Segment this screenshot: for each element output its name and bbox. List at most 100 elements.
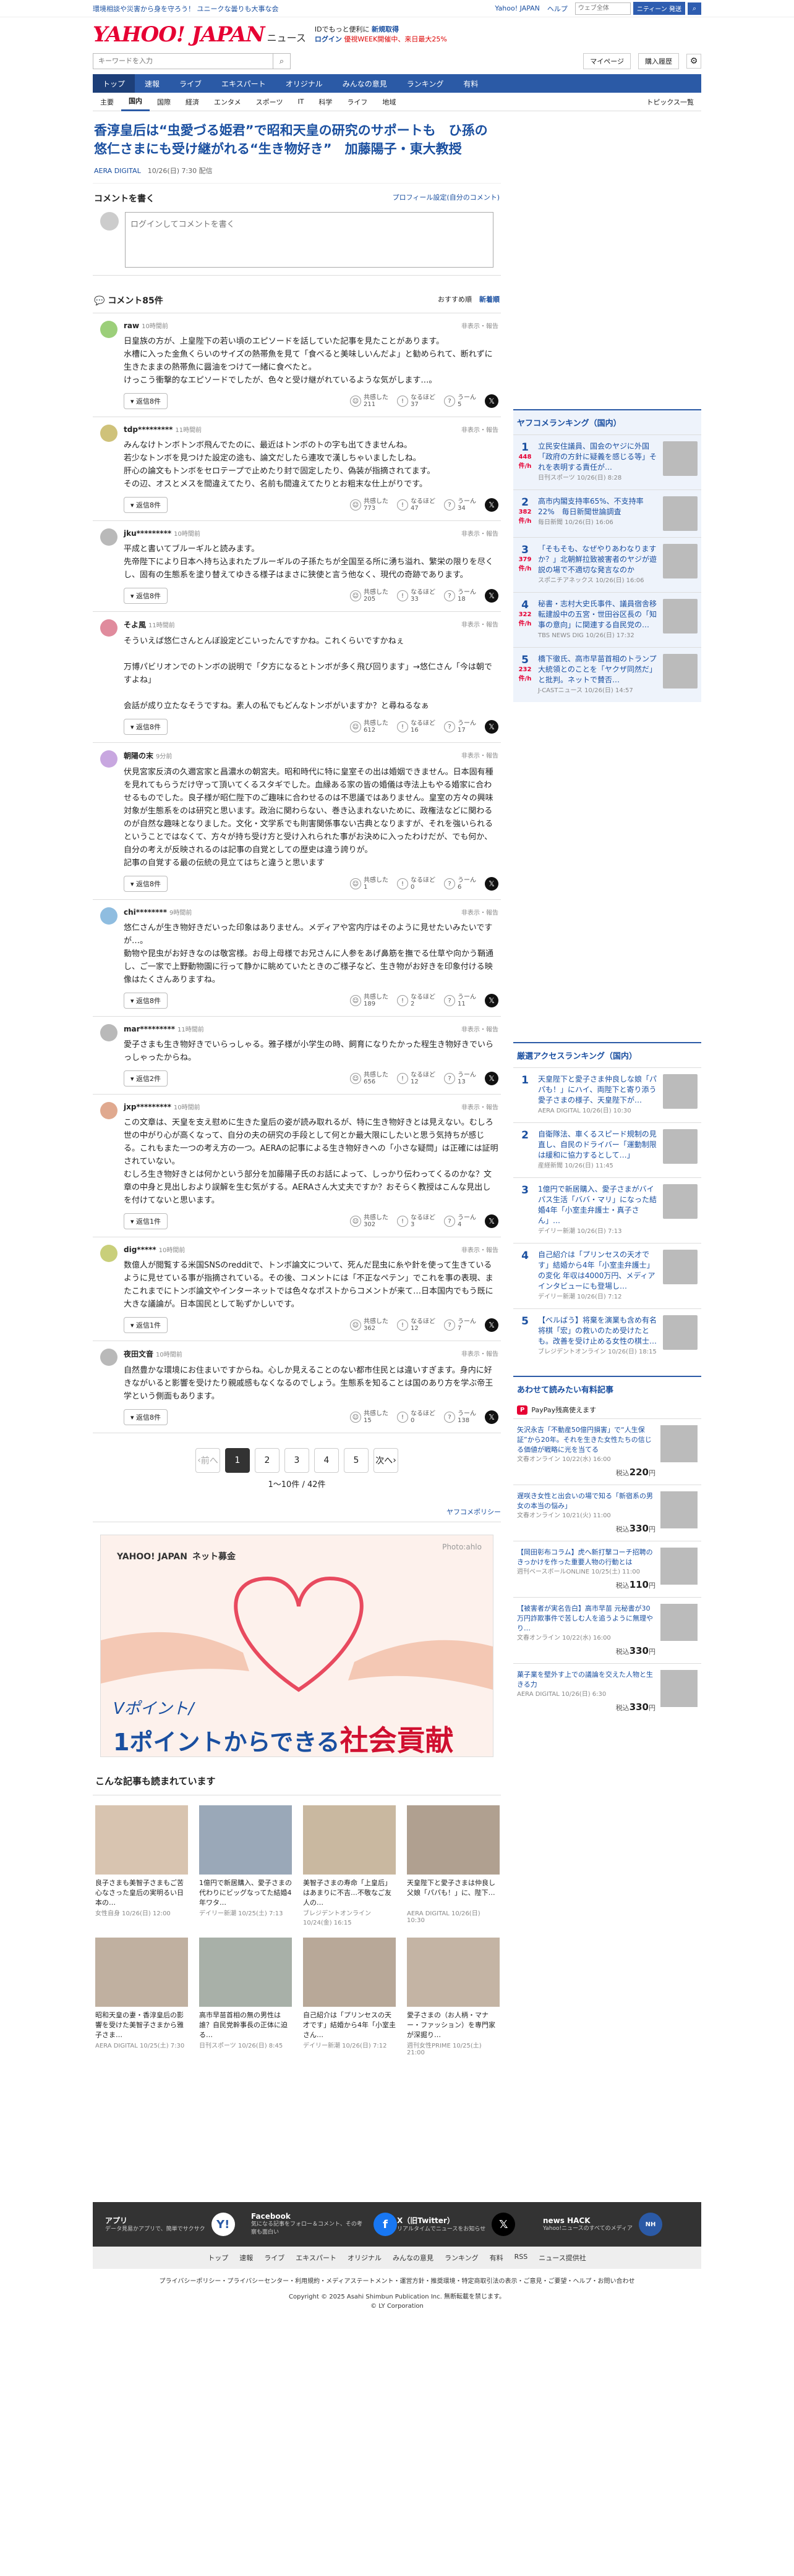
pager-next[interactable]: 次へ › — [374, 1448, 398, 1473]
reaction-empathy[interactable]: ☺ 共感した 656 — [350, 1072, 388, 1085]
nav-breaking[interactable]: 速報 — [135, 74, 169, 93]
comment-user[interactable]: raw — [124, 321, 139, 330]
sort-newest[interactable]: 新着順 — [479, 294, 500, 307]
x-share-icon[interactable]: 𝕏 — [485, 394, 498, 408]
reply-button[interactable]: ▾ 返信8件 — [124, 393, 168, 409]
reply-button[interactable]: ▾ 返信1件 — [124, 1213, 168, 1229]
x-share-icon[interactable]: 𝕏 — [485, 1318, 498, 1332]
reaction-insight[interactable]: ! なるほど 12 — [397, 1318, 435, 1332]
signup-link[interactable]: 新規取得 — [372, 25, 399, 33]
footer-links[interactable]: プライバシーポリシー・プライバシーセンター・利用規約・メディアステートメント・運… — [0, 2269, 794, 2290]
recommend-card[interactable]: 美智子さまの寿命「上皇后」はあまりに不吉…不敬なご友人の… ブレジデントオンライン… — [303, 1805, 396, 1926]
reaction-empathy[interactable]: ☺ 共感した 211 — [350, 394, 388, 408]
comment-report-link[interactable]: 非表示・報告 — [461, 321, 498, 330]
recommend-card[interactable]: 天皇陛下と愛子さまは仲良し父娘「パパも！」に、陛下… AERA DIGITAL 1… — [407, 1805, 500, 1926]
recommend-card[interactable]: 自己紹介は「プリンセスの天才です」結婚から4年「小室圭さん… デイリー新潮 10/… — [303, 1938, 396, 2056]
comment-report-link[interactable]: 非表示・報告 — [461, 1349, 498, 1359]
nav-original[interactable]: オリジナル — [276, 74, 333, 93]
x-share-icon[interactable]: 𝕏 — [485, 1072, 498, 1085]
x-share-icon[interactable]: 𝕏 — [485, 498, 498, 512]
reply-button[interactable]: ▾ 返信8件 — [124, 993, 168, 1009]
reply-button[interactable]: ▾ 返信8件 — [124, 719, 168, 735]
news-search-input[interactable] — [93, 54, 273, 69]
reaction-empathy[interactable]: ☺ 共感した 773 — [350, 498, 388, 512]
subnav-it[interactable]: IT — [290, 93, 311, 111]
x-share-icon[interactable]: 𝕏 — [485, 720, 498, 734]
subnav-economy[interactable]: 経済 — [178, 93, 207, 111]
recommend-card[interactable]: 昭和天皇の妻・香淳皇后の影響を受けた美智子さまから雅子さま… AERA DIGIT… — [95, 1938, 188, 2056]
pager-page-4[interactable]: 4 — [314, 1448, 339, 1473]
ranking-item[interactable]: 4 322 件/h 秘書・志村大史氏事件、議員宿舎移転建設中の五宮・世田谷区長の「知事… — [513, 592, 701, 647]
reaction-doubt[interactable]: ? うーん 34 — [444, 498, 476, 512]
reply-button[interactable]: ▾ 返信8件 — [124, 588, 168, 604]
comment-user[interactable]: 朝陽の末 — [124, 752, 153, 760]
search-icon[interactable]: ⌕ — [688, 2, 701, 15]
x-share-icon[interactable]: 𝕏 — [485, 877, 498, 891]
access-item[interactable]: 2 自衛隊法、車くるスピード規制の見直し、自民のドライバー「運動制限は緩和に協力す… — [513, 1122, 701, 1177]
reaction-insight[interactable]: ! なるほど 0 — [397, 877, 435, 891]
recommend-card[interactable]: 良子さまも美智子さまもご苦心なさった皇后の実明るい日本の… 女性自身 10/26(… — [95, 1805, 188, 1926]
nav-top[interactable]: トップ — [93, 74, 135, 93]
comment-report-link[interactable]: 非表示・報告 — [461, 528, 498, 538]
reaction-doubt[interactable]: ? うーん 11 — [444, 994, 476, 1007]
history-link[interactable]: 購入履歴 — [638, 53, 679, 69]
footer-nav-item[interactable]: ニュース提供社 — [539, 2253, 586, 2263]
comment-user[interactable]: mar********* — [124, 1025, 175, 1033]
comment-user[interactable]: 夜田文音 — [124, 1350, 153, 1358]
donation-banner[interactable]: YAHOO! JAPAN ネット募金 Photo:ahlo Vポイント/ 1ポイン… — [100, 1535, 493, 1757]
promo-sale[interactable]: 優視WEEK開催中、来日最大25% — [344, 35, 446, 43]
pager-page-1[interactable]: 1 — [225, 1448, 250, 1473]
comment-report-link[interactable]: 非表示・報告 — [461, 619, 498, 630]
footer-nav-item[interactable]: 有料 — [490, 2253, 503, 2263]
pager-page-5[interactable]: 5 — [344, 1448, 369, 1473]
footer-newshack[interactable]: news HACK Yahoo!ニュースのすべてのメディア NH — [543, 2212, 689, 2237]
reaction-insight[interactable]: ! なるほど 3 — [397, 1214, 435, 1228]
comment-policy-link[interactable]: ヤフコメポリシー — [93, 1502, 501, 1522]
comment-report-link[interactable]: 非表示・報告 — [461, 1024, 498, 1033]
reaction-insight[interactable]: ! なるほど 0 — [397, 1410, 435, 1424]
comment-user[interactable]: tdp********* — [124, 425, 173, 434]
comment-user[interactable]: jxp********* — [124, 1103, 171, 1111]
comment-user[interactable]: chi******** — [124, 908, 167, 917]
reply-button[interactable]: ▾ 返信8件 — [124, 876, 168, 892]
reaction-empathy[interactable]: ☺ 共感した 189 — [350, 994, 388, 1007]
yahoo-japan-link[interactable]: Yahoo! JAPAN — [495, 4, 540, 12]
subnav-life[interactable]: ライフ — [339, 93, 375, 111]
recommend-card[interactable]: 高市早苗首相の無の男性は誰？自民党幹事長の正体に迫る… 日刊スポーツ 10/26(… — [199, 1938, 292, 2056]
paid-article-item[interactable]: 遅咲き女性と出会いの場で知る「新宿系の男女の本当の悩み」 文春オンライン 10/2… — [513, 1485, 701, 1541]
ranking-item[interactable]: 2 382 件/h 高市内閣支持率65%、不支持率22% 毎日新聞世論調査 毎日新聞 1… — [513, 489, 701, 537]
footer-nav-item[interactable]: ライブ — [264, 2253, 284, 2263]
comment-input[interactable] — [125, 212, 493, 268]
access-item[interactable]: 1 天皇陛下と愛子さま仲良しな娘「パパも！」にハイ、両陛下と寄り添う愛子さまの様子… — [513, 1067, 701, 1122]
reaction-doubt[interactable]: ? うーん 17 — [444, 720, 476, 734]
footer-nav-item[interactable]: オリジナル — [348, 2253, 382, 2263]
gear-icon[interactable]: ⚙ — [686, 54, 701, 69]
reaction-empathy[interactable]: ☺ 共感した 362 — [350, 1318, 388, 1332]
footer-nav-item[interactable]: RSS — [514, 2253, 528, 2263]
reaction-doubt[interactable]: ? うーん 5 — [444, 394, 476, 408]
comment-user[interactable]: jku********* — [124, 529, 171, 538]
comment-user[interactable]: そよ風 — [124, 621, 146, 629]
topbar-weather[interactable]: 環境相談や災害から身を守ろう！ ユニークな曇りも大事な会 — [93, 4, 279, 14]
ranking-item[interactable]: 1 448 件/h 立民安住議員、国会のヤジに外国「政府の方針に疑義を感じる等」それを… — [513, 434, 701, 489]
footer-x[interactable]: X（旧Twitter） リアルタイムでニュースをお知らせ 𝕏 — [397, 2212, 543, 2237]
recommend-card[interactable]: 1億円で新居購入、愛子さまの代わりにビッグなってた結婚4年ワタ… デイリー新潮 1… — [199, 1805, 292, 1926]
reply-button[interactable]: ▾ 返信8件 — [124, 1409, 168, 1425]
access-item[interactable]: 4 自己紹介は「プリンセスの天才です」結婚から4年「小室圭弁護士」の変化 年収は4… — [513, 1243, 701, 1308]
reaction-empathy[interactable]: ☺ 共感した 1 — [350, 877, 388, 891]
login-link[interactable]: ログイン — [315, 35, 342, 43]
reaction-insight[interactable]: ! なるほど 16 — [397, 720, 435, 734]
reaction-doubt[interactable]: ? うーん 138 — [444, 1410, 476, 1424]
reaction-doubt[interactable]: ? うーん 4 — [444, 1214, 476, 1228]
reaction-empathy[interactable]: ☺ 共感した 302 — [350, 1214, 388, 1228]
article-source[interactable]: AERA DIGITAL — [94, 167, 141, 175]
reply-button[interactable]: ▾ 返信8件 — [124, 497, 168, 513]
reaction-insight[interactable]: ! なるほど 33 — [397, 589, 435, 603]
reaction-doubt[interactable]: ? うーん 7 — [444, 1318, 476, 1332]
help-link[interactable]: ヘルプ — [547, 4, 568, 14]
x-share-icon[interactable]: 𝕏 — [485, 994, 498, 1007]
footer-nav-item[interactable]: エキスパート — [296, 2253, 336, 2263]
subnav-sports[interactable]: スポーツ — [249, 93, 291, 111]
footer-nav-item[interactable]: 速報 — [239, 2253, 253, 2263]
subnav-science[interactable]: 科学 — [311, 93, 339, 111]
